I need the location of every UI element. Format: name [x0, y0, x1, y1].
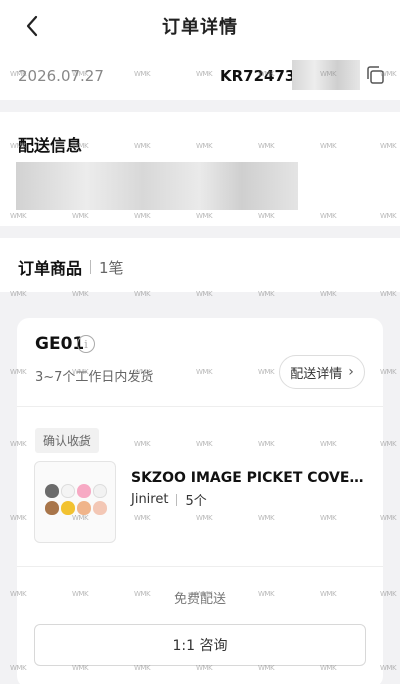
shop-order-card: GE01 i 3~7个工作日内发货 配送详情 › 确认收货 SKZOO IMAG…	[17, 318, 383, 684]
card-divider	[17, 566, 383, 567]
inquiry-button[interactable]: 1:1 咨询	[34, 624, 366, 666]
info-icon[interactable]: i	[77, 335, 95, 353]
critter-pup	[45, 501, 59, 515]
address-redacted	[16, 162, 298, 210]
critter-bunny-pink	[77, 484, 91, 498]
product-meta: Jiniret 5个	[131, 490, 207, 509]
chevron-left-icon	[26, 15, 38, 37]
product-image	[45, 484, 107, 515]
page-title: 订单详情	[162, 17, 238, 38]
critter-chick	[61, 501, 75, 515]
critter-bear	[93, 484, 107, 498]
critter-fox	[77, 501, 91, 515]
copy-icon	[367, 66, 384, 84]
order-date: 2026.07.27	[18, 67, 104, 85]
back-button[interactable]	[18, 12, 46, 40]
inquiry-label: 1:1 咨询	[172, 638, 228, 654]
chevron-right-icon: ›	[348, 364, 354, 380]
order-number-redacted	[292, 60, 360, 90]
delivery-detail-button[interactable]: 配送详情 ›	[279, 355, 365, 389]
divider	[90, 260, 92, 274]
critter-bunny-white	[61, 484, 75, 498]
order-info-row: 2026.07.27 KR724730	[0, 52, 400, 100]
product-name[interactable]: SKZOO IMAGE PICKET COVER B...	[131, 470, 371, 486]
status-badge: 确认收货	[35, 428, 100, 453]
product-brand: Jiniret	[131, 492, 169, 507]
items-count: 1笔	[99, 258, 124, 277]
divider	[176, 493, 178, 506]
shipping-time: 3~7个工作日内发货	[35, 370, 154, 385]
delivery-detail-label: 配送详情	[290, 366, 343, 382]
critter-dog	[45, 484, 59, 498]
delivery-title: 配送信息	[18, 136, 83, 155]
shipping-fee-note: 免费配送	[173, 592, 226, 607]
critter-pig	[93, 501, 107, 515]
items-section-header: 订单商品 1笔	[0, 238, 400, 292]
product-thumbnail[interactable]	[34, 461, 116, 543]
copy-button[interactable]	[364, 64, 386, 86]
items-title: 订单商品	[18, 259, 83, 278]
app-header: 订单详情	[0, 0, 400, 52]
card-divider	[17, 406, 383, 407]
product-quantity: 5个	[185, 494, 207, 509]
delivery-section: 配送信息	[0, 112, 400, 226]
